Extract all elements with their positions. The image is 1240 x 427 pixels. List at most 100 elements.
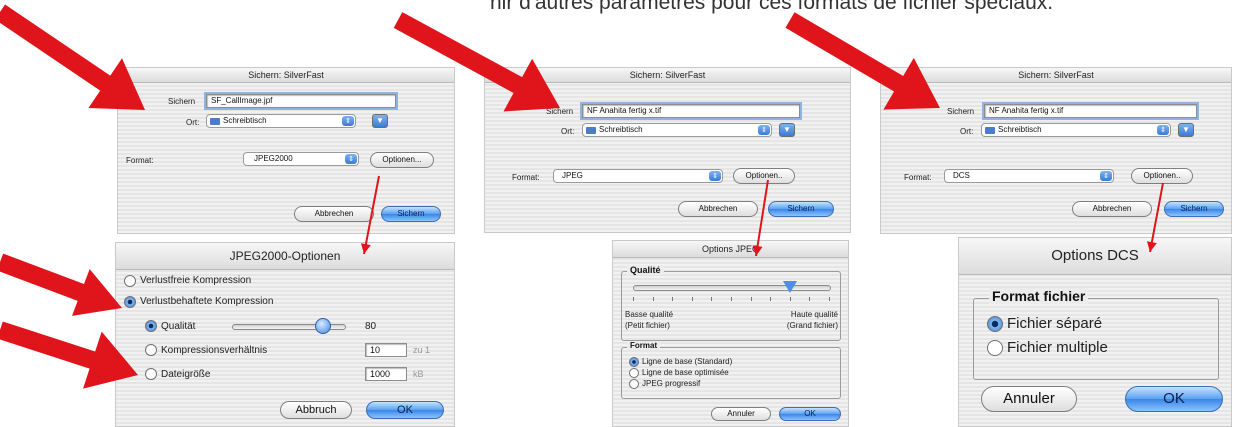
quality-radio[interactable] bbox=[145, 320, 157, 332]
popup-arrows-icon: ⇕ bbox=[1100, 171, 1112, 181]
dialog-title: Sichern: SilverFast bbox=[485, 68, 850, 83]
save-dialog-jpeg: Sichern: SilverFast Sichern NF Anahita f… bbox=[484, 67, 851, 233]
separate-file-radio[interactable] bbox=[987, 316, 1003, 332]
jpeg-options-dialog: Options JPEG Qualité Basse qualité (Peti… bbox=[612, 240, 849, 427]
dcs-options-dialog: Options DCS Format fichier Fichier sépar… bbox=[958, 237, 1232, 427]
filename-field[interactable]: SF_CallImage.jpf bbox=[204, 92, 398, 110]
file-size-unit: kB bbox=[413, 369, 424, 379]
multiple-file-label: Fichier multiple bbox=[1007, 339, 1108, 356]
slider-tick bbox=[672, 297, 674, 301]
options-button[interactable]: Optionen.. bbox=[733, 168, 795, 184]
quality-slider-track[interactable] bbox=[633, 285, 831, 291]
high-quality-label: Haute qualité bbox=[790, 310, 838, 319]
cancel-button[interactable]: Abbrechen bbox=[1072, 201, 1152, 217]
quality-slider-knob[interactable] bbox=[314, 318, 331, 334]
ok-button[interactable]: OK bbox=[779, 407, 841, 421]
expand-toggle-icon[interactable]: ▼ bbox=[372, 114, 388, 128]
slider-tick bbox=[652, 297, 654, 301]
folder-icon bbox=[586, 127, 596, 134]
cancel-button[interactable]: Abbruch bbox=[280, 401, 352, 419]
dialog-title: Sichern: SilverFast bbox=[118, 68, 454, 83]
format-popup[interactable]: DCS ⇕ bbox=[944, 169, 1114, 183]
location-label: Ort: bbox=[186, 118, 200, 127]
file-format-group-title: Format fichier bbox=[989, 288, 1089, 304]
quality-group-title: Qualité bbox=[627, 265, 664, 275]
slider-tick bbox=[829, 297, 830, 301]
file-size-field[interactable]: 1000 bbox=[365, 367, 407, 381]
popup-arrows-icon: ⇕ bbox=[1157, 125, 1169, 135]
lossy-radio[interactable] bbox=[124, 296, 136, 308]
multiple-file-radio[interactable] bbox=[987, 340, 1003, 356]
format-popup[interactable]: JPEG ⇕ bbox=[553, 169, 723, 183]
cancel-button[interactable]: Annuler bbox=[981, 386, 1077, 412]
format-progressive-label: JPEG progressif bbox=[642, 379, 701, 388]
dialog-title: Options DCS bbox=[959, 238, 1231, 275]
filename-field[interactable]: NF Anahita fertig x.tif bbox=[580, 102, 802, 120]
quality-slider-knob[interactable] bbox=[782, 281, 797, 293]
cancel-button[interactable]: Abbrechen bbox=[294, 206, 374, 222]
save-button[interactable]: Sichern bbox=[768, 201, 834, 217]
format-label: Format: bbox=[904, 173, 932, 182]
jpeg2000-options-dialog: JPEG2000-Optionen Verlustfreie Kompressi… bbox=[115, 242, 455, 427]
lossless-label: Verlustfreie Kompression bbox=[140, 275, 252, 286]
popup-arrows-icon: ⇕ bbox=[758, 125, 770, 135]
expand-toggle-icon[interactable]: ▼ bbox=[779, 123, 795, 137]
location-popup[interactable]: Schreibtisch ⇕ bbox=[582, 123, 772, 137]
page-heading: nir d'autres paramètres pour ces formats… bbox=[490, 0, 1054, 14]
location-label: Ort: bbox=[561, 127, 575, 136]
format-optimized-radio[interactable] bbox=[629, 368, 639, 378]
cancel-button[interactable]: Abbrechen bbox=[678, 201, 758, 217]
options-button[interactable]: Optionen.. bbox=[1131, 168, 1193, 184]
expand-toggle-icon[interactable]: ▼ bbox=[1178, 123, 1194, 137]
options-button[interactable]: Optionen... bbox=[370, 152, 434, 168]
format-label: Format: bbox=[512, 173, 540, 182]
format-progressive-radio[interactable] bbox=[629, 379, 639, 389]
dialog-title: Sichern: SilverFast bbox=[881, 68, 1231, 83]
location-value: Schreibtisch bbox=[599, 125, 643, 134]
location-popup[interactable]: Schreibtisch ⇕ bbox=[981, 123, 1171, 137]
save-as-label: Sichern bbox=[168, 97, 196, 106]
format-value: JPEG2000 bbox=[254, 154, 293, 163]
high-quality-sub: (Grand fichier) bbox=[786, 321, 838, 330]
red-arrow-icon bbox=[0, 253, 122, 316]
save-button[interactable]: Sichern bbox=[381, 206, 441, 222]
quality-value: 80 bbox=[365, 321, 377, 332]
location-popup[interactable]: Schreibtisch ⇕ bbox=[206, 114, 356, 128]
slider-tick bbox=[691, 297, 693, 301]
format-value: JPEG bbox=[562, 171, 583, 180]
ratio-unit: zu 1 bbox=[413, 345, 431, 355]
lossy-label: Verlustbehaftete Kompression bbox=[140, 296, 274, 307]
folder-icon bbox=[985, 127, 995, 134]
cancel-button[interactable]: Annuler bbox=[711, 407, 771, 421]
file-size-label: Dateigröße bbox=[161, 369, 211, 380]
format-popup[interactable]: JPEG2000 ⇕ bbox=[243, 152, 359, 166]
format-baseline-radio[interactable] bbox=[629, 357, 639, 367]
separate-file-label: Fichier séparé bbox=[1007, 315, 1103, 332]
format-optimized-label: Ligne de base optimisée bbox=[642, 368, 729, 377]
quality-group bbox=[621, 271, 841, 341]
ok-button[interactable]: OK bbox=[366, 401, 444, 419]
compression-ratio-label: Kompressionsverhältnis bbox=[161, 345, 268, 356]
slider-tick bbox=[809, 297, 811, 301]
filename-field[interactable]: NF Anahita fertig x.tif bbox=[982, 102, 1199, 120]
file-size-radio[interactable] bbox=[145, 368, 157, 380]
format-label: Format: bbox=[126, 156, 154, 165]
popup-arrows-icon: ⇕ bbox=[709, 171, 721, 181]
location-value: Schreibtisch bbox=[998, 125, 1042, 134]
lossless-radio[interactable] bbox=[124, 275, 136, 287]
ok-button[interactable]: OK bbox=[1125, 386, 1223, 412]
slider-tick bbox=[770, 297, 772, 301]
folder-icon bbox=[210, 118, 220, 125]
save-dialog-jpeg2000: Sichern: SilverFast Sichern SF_CallImage… bbox=[117, 67, 455, 234]
save-button[interactable]: Sichern bbox=[1164, 201, 1224, 217]
compression-ratio-radio[interactable] bbox=[145, 344, 157, 356]
quality-label: Qualität bbox=[161, 321, 196, 332]
compression-ratio-field[interactable]: 10 bbox=[365, 343, 407, 357]
format-value: DCS bbox=[953, 171, 970, 180]
low-quality-sub: (Petit fichier) bbox=[625, 321, 670, 330]
popup-arrows-icon: ⇕ bbox=[342, 116, 354, 126]
slider-tick bbox=[750, 297, 752, 301]
low-quality-label: Basse qualité bbox=[625, 310, 674, 319]
save-dialog-dcs: Sichern: SilverFast Sichern NF Anahita f… bbox=[880, 67, 1232, 234]
location-value: Schreibtisch bbox=[223, 116, 267, 125]
